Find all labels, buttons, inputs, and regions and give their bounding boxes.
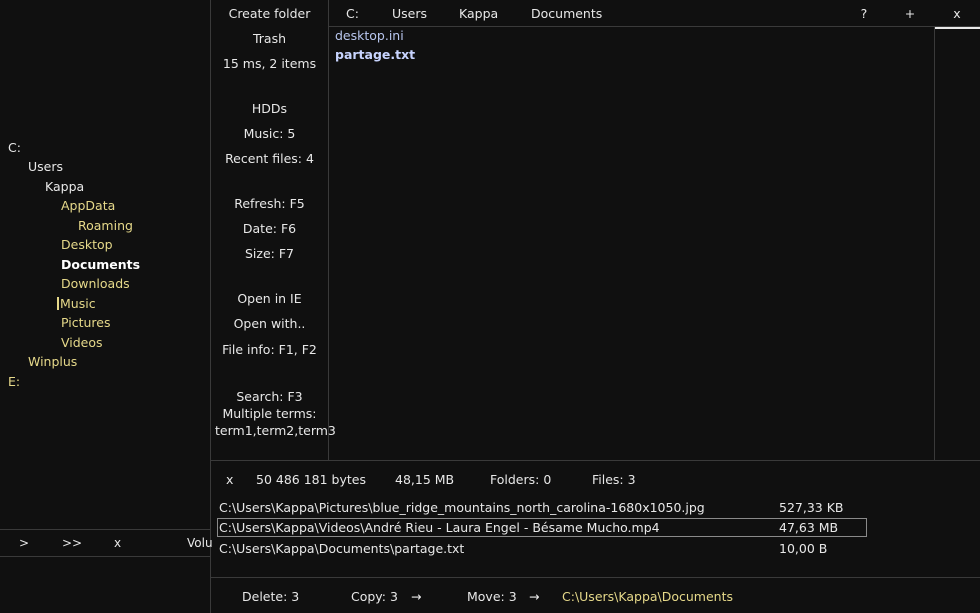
folders-count: Folders: 0 (490, 472, 552, 487)
destination-path[interactable]: C:\Users\Kappa\Documents (562, 589, 733, 604)
list-item-path: C:\Users\Kappa\Videos\André Rieu - Laura… (219, 520, 660, 535)
tree-node-pictures[interactable]: Pictures (61, 315, 111, 330)
file-partage-txt[interactable]: partage.txt (335, 47, 415, 62)
tree-node-appdata[interactable]: AppData (61, 198, 115, 213)
sort-date-button[interactable]: Date: F6 (211, 220, 328, 237)
tree-node-kappa[interactable]: Kappa (45, 179, 84, 194)
refresh-button[interactable]: Refresh: F5 (211, 195, 328, 212)
tree-node-c-drive[interactable]: C: (8, 140, 21, 155)
copy-arrow-icon: → (411, 589, 422, 604)
music-button[interactable]: Music: 5 (211, 125, 328, 142)
list-item-size: 527,33 KB (779, 500, 844, 515)
tree-node-roaming[interactable]: Roaming (78, 218, 133, 233)
clear-selection-button[interactable]: x (226, 472, 233, 487)
total-mb: 48,15 MB (395, 472, 455, 487)
tree-node-videos[interactable]: Videos (61, 335, 103, 350)
tree-node-music-label: Music (60, 296, 96, 311)
close-left-button[interactable]: x (114, 536, 121, 550)
total-bytes: 50 486 181 bytes (256, 472, 366, 487)
open-with-button[interactable]: Open with.. (211, 315, 328, 332)
tree-node-documents[interactable]: Documents (61, 257, 140, 272)
tree-node-users[interactable]: Users (28, 159, 63, 174)
list-item-size: 10,00 B (779, 541, 828, 556)
search-help[interactable]: Search: F3 Multiple terms: term1,term2,t… (211, 388, 336, 439)
tree-node-downloads[interactable]: Downloads (61, 276, 130, 291)
timing-info: 15 ms, 2 items (222, 56, 317, 71)
hdds-button[interactable]: HDDs (211, 100, 328, 117)
fast-forward-button[interactable]: >> (62, 536, 82, 550)
forward-button[interactable]: > (19, 536, 29, 550)
move-arrow-icon: → (529, 589, 540, 604)
add-tab-button[interactable]: + (902, 6, 918, 21)
sort-size-button[interactable]: Size: F7 (211, 245, 328, 262)
list-item[interactable]: C:\Users\Kappa\Documents\partage.txt 10,… (217, 539, 867, 558)
volume-label[interactable]: Volu (187, 536, 213, 550)
breadcrumb-documents[interactable]: Documents (531, 6, 602, 21)
move-button[interactable]: Move: 3 (467, 589, 517, 604)
trash-button[interactable]: Trash (211, 30, 328, 47)
create-folder-button[interactable]: Create folder (211, 5, 328, 22)
folder-tree: C: Users Kappa AppData Roaming Desktop D… (0, 0, 210, 529)
tree-node-winplus[interactable]: Winplus (28, 354, 77, 369)
tree-node-music[interactable]: Music (57, 296, 96, 311)
open-in-ie-button[interactable]: Open in IE (211, 290, 328, 307)
recent-files-button[interactable]: Recent files: 4 (211, 150, 328, 167)
files-count: Files: 3 (592, 472, 636, 487)
list-item[interactable]: C:\Users\Kappa\Videos\André Rieu - Laura… (217, 518, 867, 537)
list-item-path: C:\Users\Kappa\Documents\partage.txt (219, 541, 465, 556)
breadcrumb-c-drive[interactable]: C: (346, 6, 359, 21)
action-column: Create folder Trash 15 ms, 2 items HDDs … (211, 0, 336, 460)
list-item-path: C:\Users\Kappa\Pictures\blue_ridge_mount… (219, 500, 705, 515)
breadcrumb-kappa[interactable]: Kappa (459, 6, 498, 21)
delete-button[interactable]: Delete: 3 (242, 589, 299, 604)
copy-button[interactable]: Copy: 3 (351, 589, 398, 604)
active-tab-indicator (935, 27, 980, 29)
breadcrumb-users[interactable]: Users (392, 6, 427, 21)
tree-node-e-drive[interactable]: E: (8, 374, 20, 389)
tree-cursor (57, 297, 59, 310)
list-item[interactable]: C:\Users\Kappa\Pictures\blue_ridge_mount… (217, 498, 867, 517)
file-desktop-ini[interactable]: desktop.ini (335, 28, 404, 43)
tree-node-desktop[interactable]: Desktop (61, 237, 113, 252)
left-toolbar: > >> x Volu (0, 530, 213, 556)
close-tab-button[interactable]: x (949, 6, 965, 21)
help-button[interactable]: ? (856, 6, 872, 21)
list-item-size: 47,63 MB (779, 520, 839, 535)
file-info-button[interactable]: File info: F1, F2 (211, 341, 328, 358)
